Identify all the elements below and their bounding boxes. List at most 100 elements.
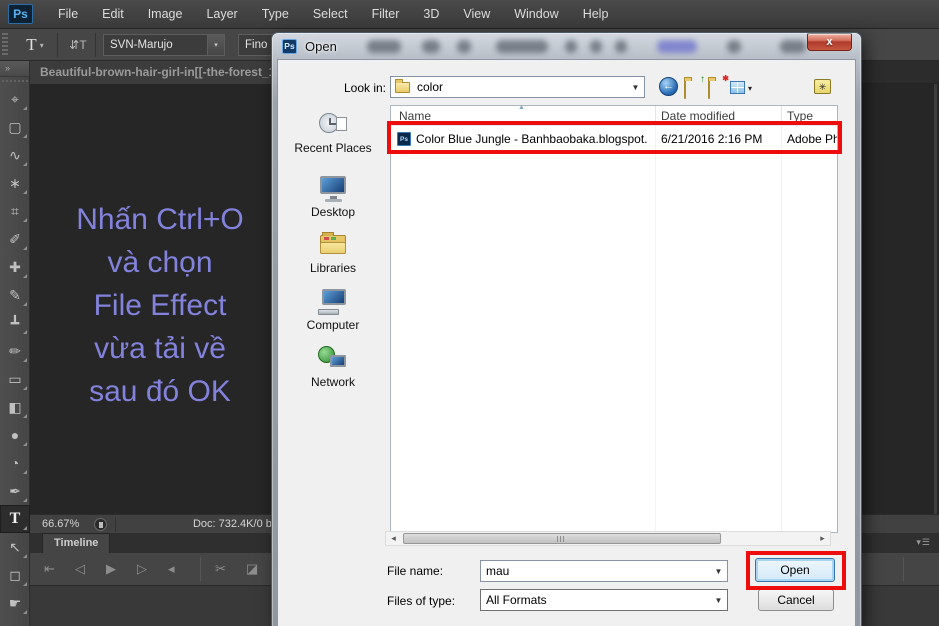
document-tab[interactable]: Beautiful-brown-hair-girl-in[[-the-fores… xyxy=(30,61,292,84)
pen-tool[interactable]: ✒ xyxy=(0,477,30,505)
annotation-line: File Effect xyxy=(93,289,227,322)
sidebar-item-libraries[interactable]: Libraries xyxy=(278,230,388,275)
tools-panel-grip xyxy=(0,77,29,85)
page-preview-icon[interactable] xyxy=(94,518,107,531)
pen-tool-icon: ✒ xyxy=(9,482,21,499)
play-icon[interactable]: ▶ xyxy=(106,561,116,577)
type-tool[interactable]: T xyxy=(0,505,30,533)
previous-frame-icon[interactable]: ◁ xyxy=(75,561,85,577)
scrollbar-thumb[interactable] xyxy=(403,533,721,544)
collapse-panel-icon[interactable]: » xyxy=(0,61,29,77)
up-one-level-icon[interactable]: ↑ xyxy=(684,74,705,99)
type-tool-preset-button[interactable]: T ▾ xyxy=(20,33,50,57)
scroll-left-icon[interactable]: ◂ xyxy=(387,533,400,544)
menu-help[interactable]: Help xyxy=(571,0,621,29)
sidebar-item-computer[interactable]: Computer xyxy=(278,287,388,332)
files-of-type-value: All Formats xyxy=(486,593,547,607)
gradient-tool[interactable]: ◧ xyxy=(0,393,30,421)
place-label: Computer xyxy=(306,318,360,332)
type-tool-icon: T xyxy=(9,510,21,527)
back-icon[interactable]: ← xyxy=(659,77,678,96)
menu-3d[interactable]: 3D xyxy=(411,0,451,29)
magic-wand-tool[interactable]: ∗ xyxy=(0,169,30,197)
files-of-type-select[interactable]: All Formats ▼ xyxy=(480,589,728,611)
audio-icon[interactable]: ◂ xyxy=(168,561,175,577)
history-brush-tool[interactable]: ✏ xyxy=(0,337,30,365)
chevron-down-icon[interactable]: ▾ xyxy=(748,84,752,93)
menu-view[interactable]: View xyxy=(451,0,502,29)
hand-tool[interactable]: ☛ xyxy=(0,589,30,617)
next-frame-icon[interactable]: ▷ xyxy=(137,561,147,577)
sidebar-item-recent-places[interactable]: Recent Places xyxy=(278,110,388,155)
adobe-bridge-icon[interactable]: ✳ xyxy=(814,79,831,94)
canvas-annotation-text: Nhấn Ctrl+O và chọn File Effect vừa tải … xyxy=(32,198,288,413)
cancel-button[interactable]: Cancel xyxy=(758,589,834,611)
tab-timeline[interactable]: Timeline xyxy=(42,533,111,553)
dialog-title-bar[interactable]: Ps Open xyxy=(272,33,861,59)
chevron-down-icon: ▼ xyxy=(714,595,723,605)
path-selection-tool[interactable]: ↖ xyxy=(0,533,30,561)
options-separator xyxy=(57,33,58,57)
sidebar-item-desktop[interactable]: Desktop xyxy=(278,174,388,219)
lasso-tool-icon: ∿ xyxy=(9,146,21,163)
clone-stamp-tool-icon: ┻ xyxy=(10,314,20,331)
close-icon[interactable]: x xyxy=(807,33,852,51)
options-separator xyxy=(95,33,96,57)
split-clip-icon[interactable]: ✂ xyxy=(215,561,226,577)
file-name-input[interactable]: mau ▼ xyxy=(480,560,728,582)
move-tool[interactable]: ⌖ xyxy=(0,85,30,113)
horizontal-scrollbar[interactable]: ◂ ▸ xyxy=(385,531,831,546)
dodge-tool[interactable]: ◔ xyxy=(0,449,30,477)
panel-menu-icon[interactable]: ▾☰ xyxy=(916,537,931,548)
up-arrow-icon: ↑ xyxy=(700,74,705,85)
timeline-separator xyxy=(903,557,904,581)
new-folder-icon[interactable]: ✱ xyxy=(708,74,729,99)
type-tool-icon: T xyxy=(26,35,37,54)
desktop-icon xyxy=(316,174,350,204)
look-in-select[interactable]: color ▼ xyxy=(390,76,645,98)
menu-edit[interactable]: Edit xyxy=(90,0,136,29)
menu-file[interactable]: File xyxy=(46,0,90,29)
look-in-label: Look in: xyxy=(343,81,386,95)
menu-window[interactable]: Window xyxy=(502,0,570,29)
lasso-tool[interactable]: ∿ xyxy=(0,141,30,169)
eraser-tool[interactable]: ▭ xyxy=(0,365,30,393)
menu-filter[interactable]: Filter xyxy=(360,0,412,29)
move-tool-icon: ⌖ xyxy=(11,90,19,107)
options-bar-grip[interactable] xyxy=(2,33,8,57)
scroll-right-icon[interactable]: ▸ xyxy=(816,533,829,544)
view-menu-icon[interactable] xyxy=(730,81,745,94)
annotation-highlight-open-button xyxy=(746,551,846,590)
folder-icon xyxy=(708,80,710,99)
menu-select[interactable]: Select xyxy=(301,0,360,29)
zoom-level[interactable]: 66.67% xyxy=(42,518,79,530)
healing-brush-tool[interactable]: ✚ xyxy=(0,253,30,281)
brush-tool-icon: ✎ xyxy=(9,286,21,303)
tools-panel: » ⌖ ▢ ∿ ∗ ⌗ ✐ ✚ ✎ ┻ ✏ ▭ ◧ ● ◔ ✒ T ↖ ◻ ☛ … xyxy=(0,61,30,626)
annotation-line: và chọn xyxy=(107,246,213,279)
crop-tool[interactable]: ⌗ xyxy=(0,197,30,225)
marquee-tool[interactable]: ▢ xyxy=(0,113,30,141)
font-family-select[interactable]: SVN-Marujo ▾ xyxy=(103,34,225,56)
path-selection-tool-icon: ↖ xyxy=(9,538,21,555)
chevron-down-icon: ▼ xyxy=(631,82,640,92)
menu-type[interactable]: Type xyxy=(250,0,301,29)
transition-icon[interactable]: ◪ xyxy=(246,561,258,577)
folder-icon xyxy=(684,80,686,99)
shape-tool[interactable]: ◻ xyxy=(0,561,30,589)
zoom-tool[interactable]: ⌕ xyxy=(0,617,30,626)
column-line xyxy=(655,126,656,532)
text-orientation-icon[interactable]: ⇵T xyxy=(64,33,92,57)
menu-image[interactable]: Image xyxy=(136,0,195,29)
clone-stamp-tool[interactable]: ┻ xyxy=(0,309,30,337)
sidebar-item-network[interactable]: Network xyxy=(278,344,388,389)
crop-tool-icon: ⌗ xyxy=(11,202,19,219)
files-of-type-label: Files of type: xyxy=(387,594,456,608)
history-brush-tool-icon: ✏ xyxy=(9,342,21,359)
zoom-tool-icon: ⌕ xyxy=(11,623,19,626)
menu-layer[interactable]: Layer xyxy=(194,0,249,29)
first-frame-icon[interactable]: ⇤ xyxy=(44,561,55,577)
eyedropper-tool[interactable]: ✐ xyxy=(0,225,30,253)
brush-tool[interactable]: ✎ xyxy=(0,281,30,309)
blur-tool[interactable]: ● xyxy=(0,421,30,449)
